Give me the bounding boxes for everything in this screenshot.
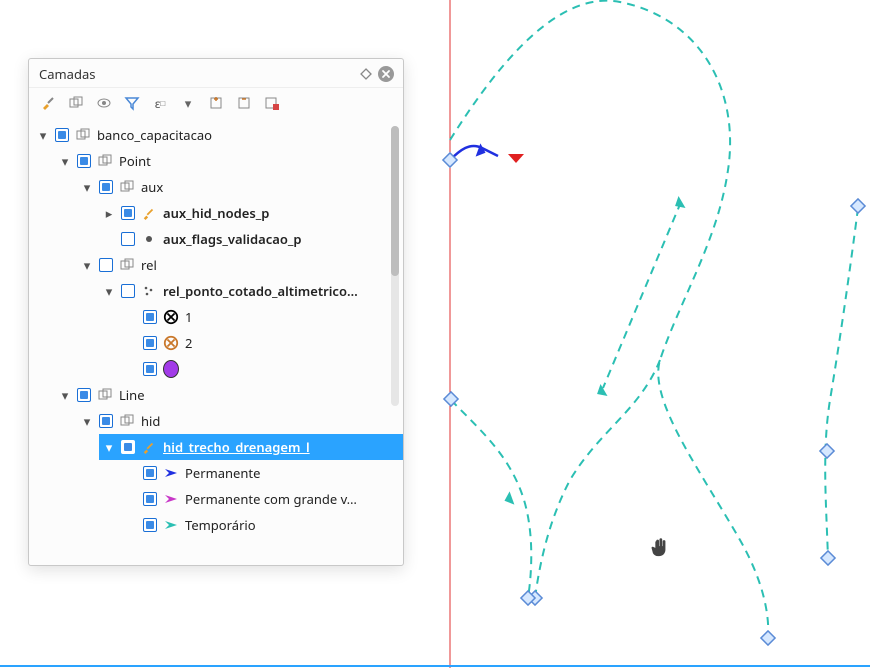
node-label: banco_capacitacao	[97, 126, 212, 144]
style-manager-button[interactable]	[39, 94, 57, 112]
node-aux-group[interactable]: ▾ aux	[77, 174, 403, 200]
checkbox[interactable]	[143, 466, 157, 480]
checkbox[interactable]	[99, 258, 113, 272]
category-1[interactable]: ▸ 1	[121, 304, 403, 330]
chevron-down-icon[interactable]: ▾	[81, 259, 93, 271]
point-symbol-icon	[141, 283, 157, 299]
category-label: Temporário	[185, 516, 256, 534]
layers-panel: Camadas ε□ ▾ ▾ banco_capacitacao	[28, 58, 404, 566]
category-3[interactable]: ▸	[121, 356, 403, 382]
node-label: Point	[119, 152, 151, 170]
category-temporario[interactable]: ▸ Temporário	[121, 512, 403, 538]
checkbox[interactable]	[55, 128, 69, 142]
category-2[interactable]: ▸ 2	[121, 330, 403, 356]
node-label: Line	[119, 386, 145, 404]
dot-icon	[141, 231, 157, 247]
node-hid-group[interactable]: ▾ hid	[77, 408, 403, 434]
layer-label: aux_hid_nodes_p	[163, 204, 269, 222]
arrow-blue-icon	[163, 465, 179, 481]
expression-button[interactable]: ε□	[151, 94, 169, 112]
layer-label: rel_ponto_cotado_altimetrico…	[163, 282, 358, 300]
checkbox[interactable]	[143, 518, 157, 532]
collapse-all-button[interactable]	[235, 94, 253, 112]
pencil-icon	[141, 439, 157, 455]
category-permanente[interactable]: ▸ Permanente	[121, 460, 403, 486]
group-icon	[119, 179, 135, 195]
chevron-down-icon[interactable]: ▾	[81, 415, 93, 427]
checkbox[interactable]	[121, 284, 135, 298]
node-label: aux	[141, 178, 163, 196]
remove-layer-button[interactable]	[263, 94, 281, 112]
checkbox[interactable]	[77, 388, 91, 402]
layer-label: aux_flags_validacao_p	[163, 230, 302, 248]
pencil-icon	[141, 205, 157, 221]
checkbox[interactable]	[121, 206, 135, 220]
checkbox[interactable]	[121, 440, 135, 454]
group-icon	[119, 413, 135, 429]
undock-button[interactable]	[357, 65, 375, 83]
layer-hid-trecho-drenagem[interactable]: ▾ hid_trecho_drenagem_l	[99, 434, 403, 460]
panel-header: Camadas	[29, 59, 403, 88]
node-root[interactable]: ▾ banco_capacitacao	[33, 122, 403, 148]
layer-label: hid_trecho_drenagem_l	[163, 438, 310, 456]
close-button[interactable]	[377, 65, 395, 83]
chevron-right-icon[interactable]: ▸	[103, 207, 115, 219]
checkbox[interactable]	[143, 492, 157, 506]
chevron-down-icon[interactable]: ▾	[59, 389, 71, 401]
chevron-down-icon[interactable]: ▾	[59, 155, 71, 167]
category-permanente-gv[interactable]: ▸ Permanente com grande v…	[121, 486, 403, 512]
checkbox[interactable]	[143, 336, 157, 350]
dropdown-button[interactable]: ▾	[179, 94, 197, 112]
filter-button[interactable]	[123, 94, 141, 112]
arrow-magenta-icon	[163, 491, 179, 507]
scrollbar-thumb[interactable]	[391, 126, 399, 276]
chevron-down-icon[interactable]: ▾	[103, 285, 115, 297]
layer-aux-flags[interactable]: ▸ aux_flags_validacao_p	[99, 226, 403, 252]
category-label: 2	[185, 334, 192, 352]
checkbox[interactable]	[77, 154, 91, 168]
group-icon	[97, 153, 113, 169]
add-group-button[interactable]	[67, 94, 85, 112]
group-icon	[97, 387, 113, 403]
pan-cursor-icon	[648, 536, 670, 562]
panel-toolbar: ε□ ▾	[29, 88, 403, 120]
scrollbar[interactable]	[391, 126, 399, 406]
node-rel-group[interactable]: ▾ rel	[77, 252, 403, 278]
category-label: Permanente com grande v…	[185, 490, 357, 508]
expand-all-button[interactable]	[207, 94, 225, 112]
layer-tree[interactable]: ▾ banco_capacitacao ▾ Point	[29, 120, 403, 565]
node-point-group[interactable]: ▾ Point	[55, 148, 403, 174]
panel-title: Camadas	[39, 65, 355, 83]
layer-aux-hid-nodes[interactable]: ▸ aux_hid_nodes_p	[99, 200, 403, 226]
checkbox[interactable]	[99, 414, 113, 428]
symbol-circle-purple-icon	[163, 361, 179, 377]
arrow-teal-icon	[163, 517, 179, 533]
group-icon	[119, 257, 135, 273]
layer-rel-ponto-cotado[interactable]: ▾ rel_ponto_cotado_altimetrico…	[99, 278, 403, 304]
node-line-group[interactable]: ▾ Line	[55, 382, 403, 408]
node-label: hid	[141, 412, 160, 430]
node-label: rel	[141, 256, 157, 274]
symbol-x-circle-icon	[163, 309, 179, 325]
chevron-down-icon[interactable]: ▾	[81, 181, 93, 193]
checkbox[interactable]	[143, 362, 157, 376]
checkbox[interactable]	[143, 310, 157, 324]
checkbox[interactable]	[121, 232, 135, 246]
symbol-x-circle-brown-icon	[163, 335, 179, 351]
checkbox[interactable]	[99, 180, 113, 194]
toggle-visibility-button[interactable]	[95, 94, 113, 112]
chevron-down-icon[interactable]: ▾	[37, 129, 49, 141]
chevron-down-icon[interactable]: ▾	[103, 441, 115, 453]
group-icon	[75, 127, 91, 143]
category-label: Permanente	[185, 464, 260, 482]
category-label: 1	[185, 308, 192, 326]
